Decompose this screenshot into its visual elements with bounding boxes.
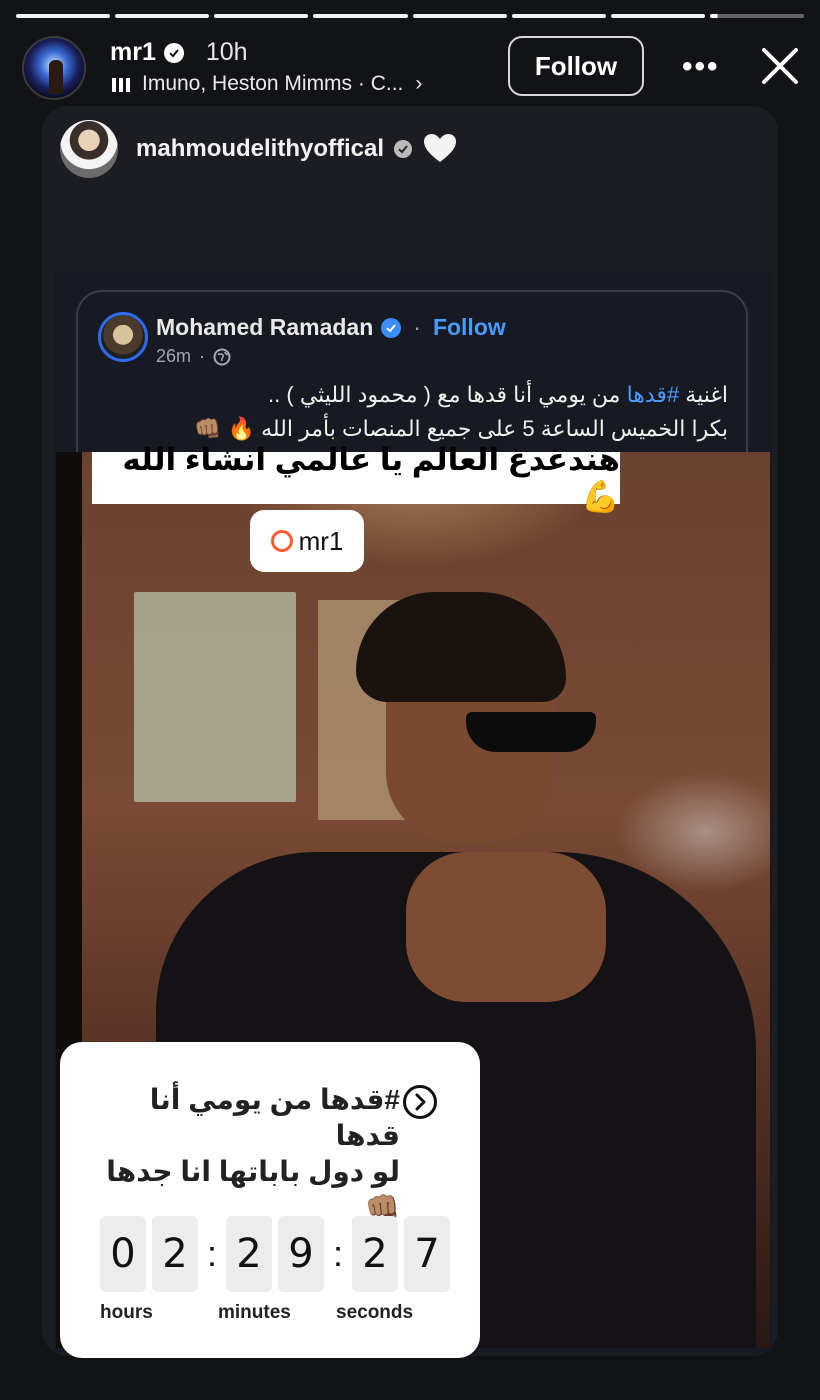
close-icon[interactable] <box>758 44 802 88</box>
repost-header: mahmoudelithyoffical <box>60 120 458 178</box>
chevron-right-circle-icon[interactable] <box>402 1084 438 1120</box>
story-progress-bar <box>16 14 804 18</box>
post-follow-link[interactable]: Follow <box>433 314 506 341</box>
seconds-digit: 2 <box>352 1216 398 1292</box>
hours-digit: 0 <box>100 1216 146 1292</box>
progress-segment <box>16 14 111 18</box>
hashtag-link[interactable]: #قدها <box>627 382 680 407</box>
countdown-title: #قدها من يومي أنا قدها لو دول باباتها ان… <box>106 1084 400 1223</box>
countdown-sticker[interactable]: #قدها من يومي أنا قدها لو دول باباتها ان… <box>60 1042 480 1358</box>
more-icon[interactable]: ••• <box>682 50 720 84</box>
colon-separator: : <box>332 1233 343 1274</box>
story-header: mr1 10h Imuno, Heston Mimms · C... › Fol… <box>22 36 798 100</box>
avatar[interactable] <box>60 120 118 178</box>
avatar[interactable] <box>22 36 86 100</box>
story-time: 10h <box>205 38 248 66</box>
minutes-digit: 9 <box>278 1216 324 1292</box>
threads-post[interactable]: Mohamed Ramadan · Follow 26m · اغنية #قد… <box>76 290 748 460</box>
seconds-digit: 7 <box>404 1216 450 1292</box>
progress-segment-current <box>709 14 804 18</box>
threads-icon <box>270 530 293 552</box>
progress-segment <box>313 14 408 18</box>
colon-separator: : <box>206 1233 217 1274</box>
post-text: اغنية #قدها من يومي أنا قدها مع ( محمود … <box>194 382 728 441</box>
chevron-right-icon: › <box>415 72 423 95</box>
progress-segment <box>412 14 507 18</box>
progress-segment <box>115 14 210 18</box>
follow-button[interactable]: Follow <box>508 36 644 96</box>
globe-icon <box>213 348 231 365</box>
story-username[interactable]: mr1 10h <box>110 38 248 67</box>
verified-badge-icon <box>163 42 184 63</box>
post-author-row: Mohamed Ramadan · Follow <box>156 314 506 341</box>
progress-segment <box>214 14 309 18</box>
repost-username[interactable]: mahmoudelithyoffical <box>136 131 458 167</box>
music-attribution[interactable]: Imuno, Heston Mimms · C... › <box>112 72 422 96</box>
separator-dot: · <box>413 314 421 340</box>
hours-label: hours <box>100 1302 153 1323</box>
post-author[interactable]: Mohamed Ramadan <box>156 314 373 341</box>
seconds-label: seconds <box>336 1302 414 1323</box>
progress-segment <box>610 14 705 18</box>
countdown-digits: 0 2 : 2 9 : 2 7 <box>100 1216 456 1292</box>
music-bars-icon <box>112 76 130 92</box>
verified-badge-icon <box>381 317 402 338</box>
progress-segment <box>511 14 606 18</box>
minutes-label: minutes <box>218 1302 291 1323</box>
verified-badge-icon <box>394 140 413 158</box>
minutes-digit: 2 <box>226 1216 272 1292</box>
post-meta: 26m · <box>156 346 231 367</box>
hours-digit: 2 <box>152 1216 198 1292</box>
avatar[interactable] <box>98 312 148 362</box>
photo-caption: هندغدغ العالم يا عالمي انشاء الله 💪 <box>92 442 620 514</box>
heart-icon <box>424 134 457 162</box>
mention-sticker[interactable]: mr1 <box>250 510 364 572</box>
